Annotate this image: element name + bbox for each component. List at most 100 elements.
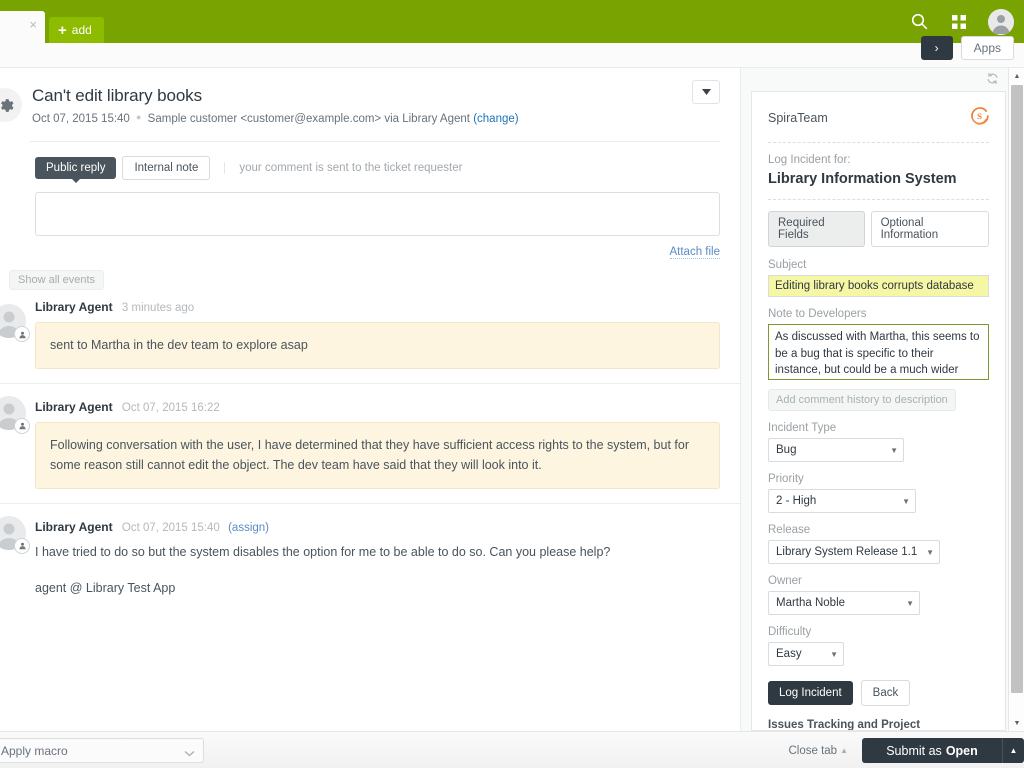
log-incident-button[interactable]: Log Incident — [768, 681, 853, 705]
owner-label: Owner — [768, 575, 989, 587]
user-avatar-icon[interactable] — [988, 9, 1014, 35]
field-group-tabs: Required Fields Optional Information — [768, 211, 989, 247]
add-tab-label: add — [72, 23, 92, 37]
avatar — [0, 304, 26, 338]
assign-link[interactable]: (assign) — [228, 522, 269, 534]
open-ticket-tab[interactable]: × — [0, 11, 45, 43]
app-root: × + add › Apps — [0, 0, 1024, 768]
incident-type-select-wrap: Bug ▼ — [768, 438, 904, 462]
project-name: Library Information System — [768, 171, 989, 187]
subject-input[interactable] — [768, 275, 989, 297]
expand-arrow-button[interactable]: › — [921, 36, 953, 60]
plus-icon: + — [58, 23, 67, 38]
note-label: Note to Developers — [768, 308, 989, 320]
comment-timestamp: Oct 07, 2015 16:22 — [122, 402, 220, 414]
scroll-up-icon[interactable]: ▲ — [1009, 68, 1024, 84]
release-select-wrap: Library System Release 1.1 ▼ — [768, 540, 940, 564]
agent-badge-icon — [14, 326, 30, 342]
search-icon[interactable] — [908, 11, 930, 33]
difficulty-label: Difficulty — [768, 626, 989, 638]
grid-apps-icon[interactable] — [948, 11, 970, 33]
reply-input[interactable] — [35, 192, 720, 236]
divider — [768, 199, 989, 200]
submit-options-caret[interactable]: ▲ — [1002, 738, 1024, 763]
release-select[interactable]: Library System Release 1.1 — [768, 540, 940, 564]
submit-state: Open — [946, 744, 978, 758]
chevron-down-icon: ▼ — [906, 599, 914, 608]
close-tab-label: Close tab — [788, 745, 837, 757]
show-all-events-button[interactable]: Show all events — [9, 270, 104, 290]
page-title: Can't edit library books — [32, 86, 720, 106]
priority-select[interactable]: 2 - High — [768, 489, 916, 513]
comment-timestamp: 3 minutes ago — [122, 302, 194, 314]
avatar — [0, 396, 26, 430]
internal-note-tab[interactable]: Internal note — [122, 156, 210, 180]
close-icon[interactable]: × — [29, 18, 37, 31]
tab-required-fields[interactable]: Required Fields — [768, 211, 865, 247]
scrollbar-thumb[interactable] — [1011, 85, 1023, 693]
app-sidebar-toolbar — [741, 68, 1024, 91]
comment-paragraph: agent @ Library Test App — [35, 578, 720, 600]
change-requester-link[interactable]: (change) — [473, 113, 518, 125]
ticket-header: Can't edit library books Oct 07, 2015 15… — [0, 68, 740, 142]
note-field-group: Note to Developers As discussed with Mar… — [768, 308, 989, 411]
comment-body: Following conversation with the user, I … — [35, 422, 720, 489]
release-label: Release — [768, 524, 989, 536]
ticket-content-pane: Can't edit library books Oct 07, 2015 15… — [0, 68, 740, 731]
submit-prefix: Submit as — [886, 744, 942, 758]
owner-select[interactable]: Martha Noble — [768, 591, 920, 615]
comment-paragraph: I have tried to do so but the system dis… — [35, 542, 720, 564]
difficulty-select-wrap: Easy ▼ — [768, 642, 844, 666]
difficulty-field-group: Difficulty Easy ▼ — [768, 626, 989, 666]
owner-field-group: Owner Martha Noble ▼ — [768, 575, 989, 615]
close-tab-button[interactable]: Close tab ▲ — [788, 745, 848, 757]
separator-dot: ● — [136, 112, 141, 122]
comment-header: Library Agent Oct 07, 2015 16:22 — [35, 400, 720, 414]
subject-field-group: Subject — [768, 259, 989, 297]
tab-strip: × + add — [0, 11, 104, 43]
avatar — [0, 516, 26, 550]
scroll-down-icon[interactable]: ▼ — [1009, 715, 1024, 731]
comment-body: sent to Martha in the dev team to explor… — [35, 322, 720, 369]
back-button[interactable]: Back — [861, 680, 911, 706]
chevron-down-icon: ▼ — [890, 446, 898, 455]
app-action-buttons: Log Incident Back — [768, 680, 989, 706]
apps-button[interactable]: Apps — [961, 36, 1014, 60]
add-comment-history-button[interactable]: Add comment history to description — [768, 389, 956, 411]
ticket-requester: Sample customer <customer@example.com> v… — [148, 113, 470, 125]
comment-author: Library Agent — [35, 300, 113, 314]
refresh-icon[interactable] — [986, 72, 999, 90]
ticket-meta: Oct 07, 2015 15:40 ● Sample customer <cu… — [32, 112, 720, 125]
bottom-action-bar: Apply macro Close tab ▲ Submit as Open ▲ — [0, 731, 1024, 768]
ticket-date: Oct 07, 2015 15:40 — [32, 113, 130, 125]
chevron-up-icon: ▲ — [840, 746, 848, 755]
secondary-toolbar — [0, 43, 1024, 68]
svg-text:S: S — [977, 111, 982, 121]
apply-macro-select[interactable]: Apply macro — [0, 738, 204, 763]
agent-badge-icon — [14, 418, 30, 434]
attach-file-link[interactable]: Attach file — [670, 246, 721, 259]
app-sidebar: SpiraTeam S Log Incident for: Library In… — [740, 68, 1024, 731]
incident-type-select[interactable]: Bug — [768, 438, 904, 462]
submit-as-open-button[interactable]: Submit as Open — [862, 738, 1002, 763]
toolbar-actions: › Apps — [921, 36, 1014, 60]
owner-select-wrap: Martha Noble ▼ — [768, 591, 920, 615]
spirateam-logo-icon: S — [970, 106, 989, 130]
gear-icon — [0, 88, 22, 122]
ticket-options-button[interactable] — [692, 80, 720, 104]
tab-optional-information[interactable]: Optional Information — [871, 211, 989, 247]
public-reply-tab[interactable]: Public reply — [35, 157, 116, 179]
note-to-developers-textarea[interactable]: As discussed with Martha, this seems to … — [768, 324, 989, 380]
divider — [768, 142, 989, 143]
app-name: SpiraTeam — [768, 111, 828, 125]
agent-badge-icon — [14, 538, 30, 554]
comment-entry: Library Agent 3 minutes ago sent to Mart… — [0, 292, 740, 369]
submit-controls: Close tab ▲ Submit as Open ▲ — [788, 738, 1024, 763]
app-footnote: Issues Tracking and Project Management — [768, 719, 989, 731]
channel-selector: Public reply Internal note your comment … — [35, 156, 720, 180]
vertical-scrollbar[interactable]: ▲ ▼ — [1008, 68, 1024, 731]
incident-type-label: Incident Type — [768, 422, 989, 434]
add-tab-button[interactable]: + add — [49, 17, 104, 43]
chevron-down-icon: ▼ — [926, 548, 934, 557]
chevron-down-icon — [184, 746, 195, 760]
